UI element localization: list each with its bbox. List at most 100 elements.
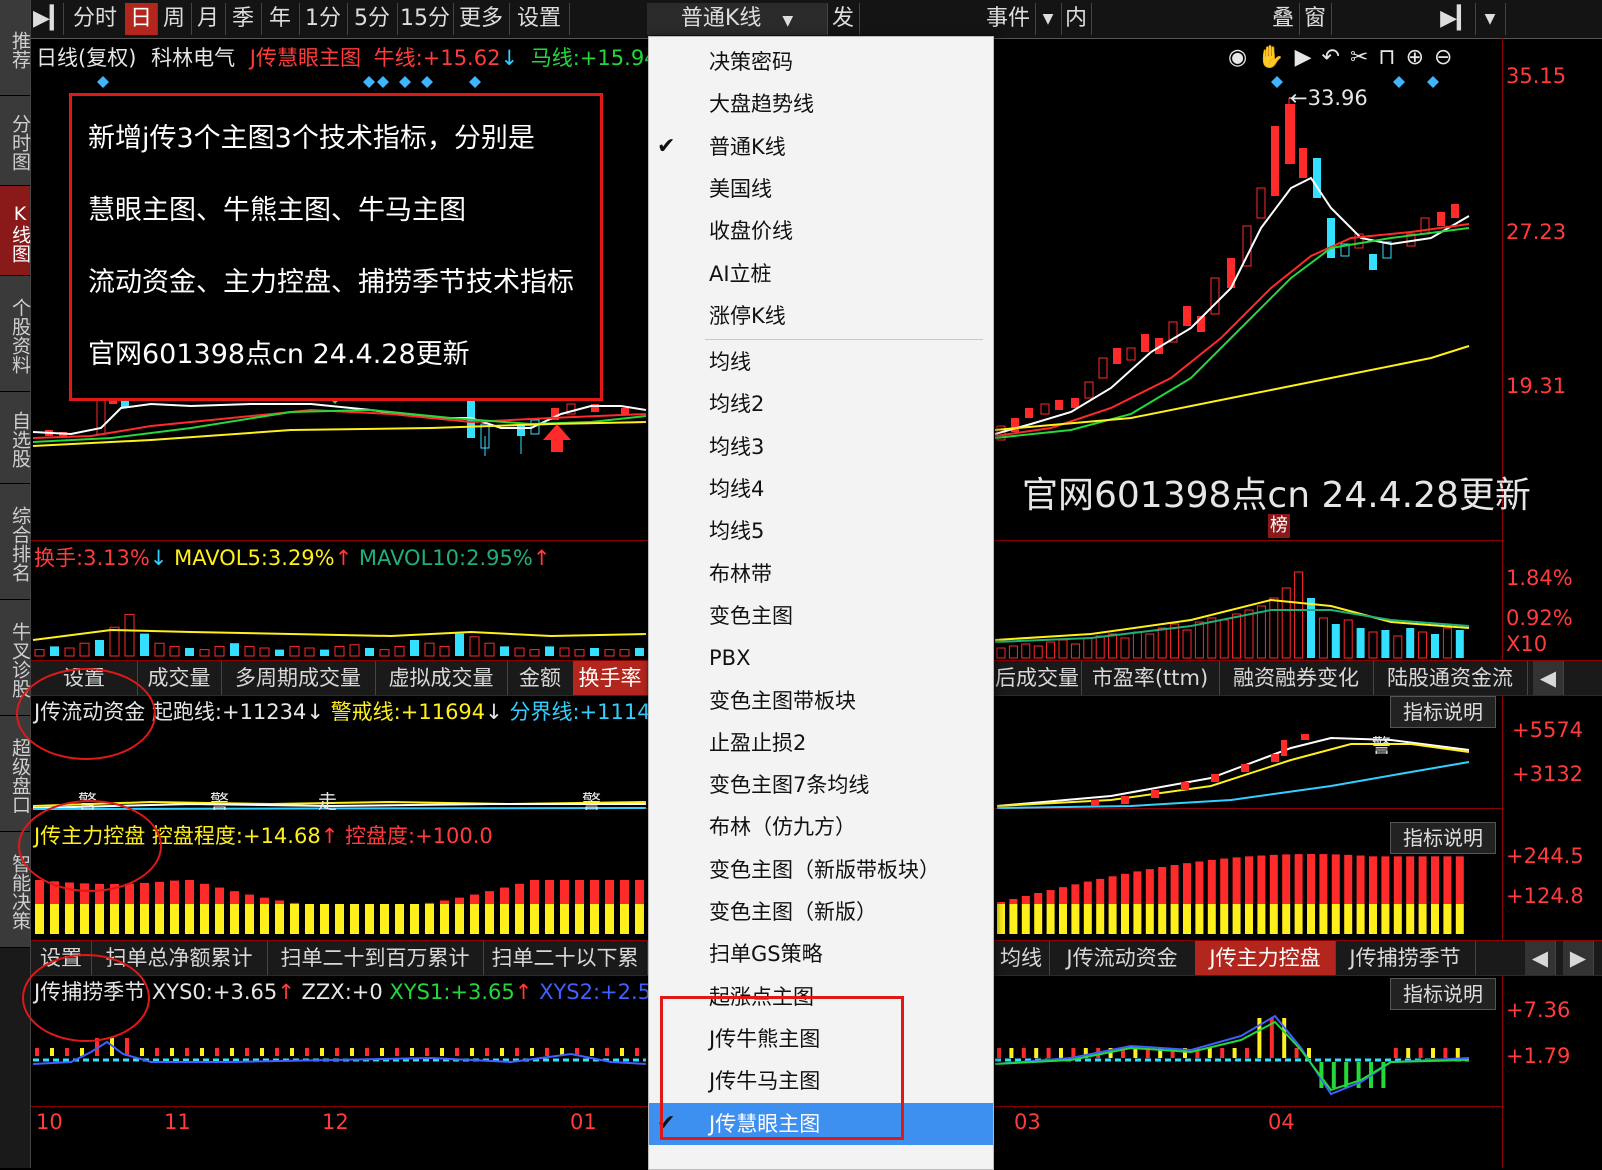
nav-kline[interactable]: K线图 (0, 186, 31, 276)
control-bar-yellow (470, 904, 479, 934)
period-5min[interactable]: 5分 (347, 3, 398, 35)
period-more[interactable]: 更多 (453, 3, 510, 35)
season-bar (1034, 1048, 1039, 1058)
control-bar-yellow (185, 904, 194, 934)
dropdown-item[interactable]: AI立桩 (649, 253, 993, 295)
dropdown-item[interactable]: 决策密码 (649, 41, 993, 83)
tab2-scroll-left-icon[interactable]: ◀ (1525, 941, 1556, 975)
period-year[interactable]: 年 (261, 3, 300, 35)
nav-stock-info[interactable]: 个股资料 (0, 276, 31, 392)
volume-bar (1108, 633, 1118, 659)
dropdown-item[interactable]: ✔ 普通K线 (649, 126, 993, 168)
control-bar-yellow (275, 904, 284, 934)
dropdown-item[interactable]: 变色主图 (649, 595, 993, 637)
liquidity-explain-button[interactable]: 指标说明 (1390, 696, 1496, 728)
control-bar-red (140, 882, 149, 904)
dropdown-item[interactable]: 均线2 (649, 383, 993, 425)
dropdown-item-label: 均线 (709, 350, 751, 375)
tab-turnover[interactable]: 换手率 (573, 661, 648, 695)
settings-button[interactable]: 设置 (509, 3, 570, 35)
period-month[interactable]: 月 (191, 3, 226, 35)
dropdown-item[interactable]: 布林（仿九方） (649, 806, 993, 848)
tab-volume[interactable]: 成交量 (137, 661, 222, 695)
control-bar-yellow (1418, 904, 1427, 934)
season-bar (200, 1048, 204, 1056)
tab2-ma[interactable]: 均线 (993, 941, 1050, 975)
tab-virtual-volume[interactable]: 虚拟成交量 (375, 661, 508, 695)
dropdown-item[interactable]: 收盘价线 (649, 210, 993, 252)
dropdown-item[interactable]: 均线 (649, 341, 993, 383)
tab-northbound-flow[interactable]: 陆股通资金流 (1373, 661, 1528, 695)
more-dropdown-icon[interactable]: ▼ (1475, 3, 1506, 35)
control-bar-yellow (1108, 904, 1117, 934)
period-day[interactable]: 日 (125, 3, 158, 35)
season-bar (590, 1048, 594, 1056)
tab-amount[interactable]: 金额 (507, 661, 574, 695)
tab2-sweep-20-to-million[interactable]: 扫单二十到百万累计 (267, 941, 484, 975)
period-week[interactable]: 周 (157, 3, 192, 35)
tab2-season[interactable]: J传捕捞季节 (1335, 941, 1476, 975)
volume-bar (1194, 621, 1204, 659)
nav-timeshare[interactable]: 分时图 (0, 96, 31, 186)
season-bar (1009, 1048, 1014, 1058)
control-bar-yellow (335, 904, 344, 934)
kline-type-select[interactable]: 普通K线 ▼ (647, 3, 828, 35)
dropdown-item[interactable]: 大盘趋势线 (649, 83, 993, 125)
dropdown-item[interactable]: 美国线 (649, 168, 993, 210)
liquidity-s3-value: +1114 (579, 700, 651, 724)
period-quarter[interactable]: 季 (225, 3, 262, 35)
volume-bar (1318, 617, 1328, 659)
expand-left-icon[interactable]: ▶▎ (33, 3, 67, 35)
dropdown-item-label: 涨停K线 (709, 303, 786, 328)
season-s1-label: XYS0: (151, 980, 213, 1004)
dropdown-item[interactable]: 变色主图带板块 (649, 680, 993, 722)
tab2-liquidity[interactable]: J传流动资金 (1049, 941, 1196, 975)
control-bar-red (1046, 890, 1055, 904)
control-bar-yellow (590, 904, 599, 934)
season-axis-low: +1.79 (1506, 1044, 1571, 1068)
period-1min[interactable]: 1分 (299, 3, 348, 35)
dropdown-item[interactable]: 布林带 (649, 553, 993, 595)
volume-bar (214, 645, 225, 657)
volume-bar (259, 647, 270, 657)
inner-button[interactable]: 内 (1061, 3, 1092, 35)
tab2-control[interactable]: J传主力控盘 (1195, 941, 1336, 975)
volume-bar (514, 647, 525, 657)
dropdown-item[interactable]: 涨停K线 (649, 295, 993, 337)
period-timeshare[interactable]: 分时 (65, 3, 126, 35)
volume-bar (545, 646, 554, 656)
event-button[interactable]: 事件 (981, 3, 1036, 35)
dropdown-item[interactable]: 变色主图（新版带板块） (649, 849, 993, 891)
tab-after-volume[interactable]: 后成交量 (993, 661, 1082, 695)
tab-pe-ttm[interactable]: 市盈率(ttm) (1081, 661, 1220, 695)
dropdown-item[interactable]: 均线5 (649, 510, 993, 552)
dropdown-item[interactable]: 变色主图（新版） (649, 891, 993, 933)
dropdown-item[interactable]: 均线3 (649, 426, 993, 468)
nav-recommend[interactable]: 推荐 (0, 0, 31, 96)
event-dropdown-icon[interactable]: ▼ (1035, 3, 1062, 35)
window-button[interactable]: 窗 (1299, 3, 1332, 35)
tab-scroll-left-icon[interactable]: ◀ (1533, 661, 1564, 695)
dropdown-item-label: 均线2 (709, 392, 765, 417)
tab2-scroll-right-icon[interactable]: ▶ (1563, 941, 1594, 975)
dropdown-item[interactable]: 扫单GS策略 (649, 933, 993, 975)
expand-right-icon[interactable]: ▶▎ (1439, 3, 1476, 35)
season-bar (380, 1048, 384, 1056)
dropdown-item[interactable]: PBX (649, 637, 993, 679)
dropdown-item[interactable]: 均线4 (649, 468, 993, 510)
overlay-button[interactable]: 叠 (1267, 3, 1300, 35)
tab2-sweep-below-20[interactable]: 扫单二十以下累 (483, 941, 648, 975)
tab-multi-period-volume[interactable]: 多周期成交量 (221, 661, 376, 695)
tab-margin-change[interactable]: 融资融券变化 (1219, 661, 1374, 695)
dropdown-item-label: AI立桩 (709, 261, 772, 286)
control-bar-yellow (1344, 904, 1353, 934)
fa-button[interactable]: 发 (827, 3, 860, 35)
volume-bar (529, 649, 540, 657)
bang-badge[interactable]: 榜 (1268, 514, 1290, 538)
nav-watchlist[interactable]: 自选股 (0, 392, 31, 484)
nav-ranking[interactable]: 综合排名 (0, 484, 31, 600)
period-15min[interactable]: 15分 (397, 3, 454, 35)
dropdown-item[interactable]: 止盈止损2 (649, 722, 993, 764)
volume-axis-multiplier: X10 (1506, 632, 1548, 656)
dropdown-item[interactable]: 变色主图7条均线 (649, 764, 993, 806)
